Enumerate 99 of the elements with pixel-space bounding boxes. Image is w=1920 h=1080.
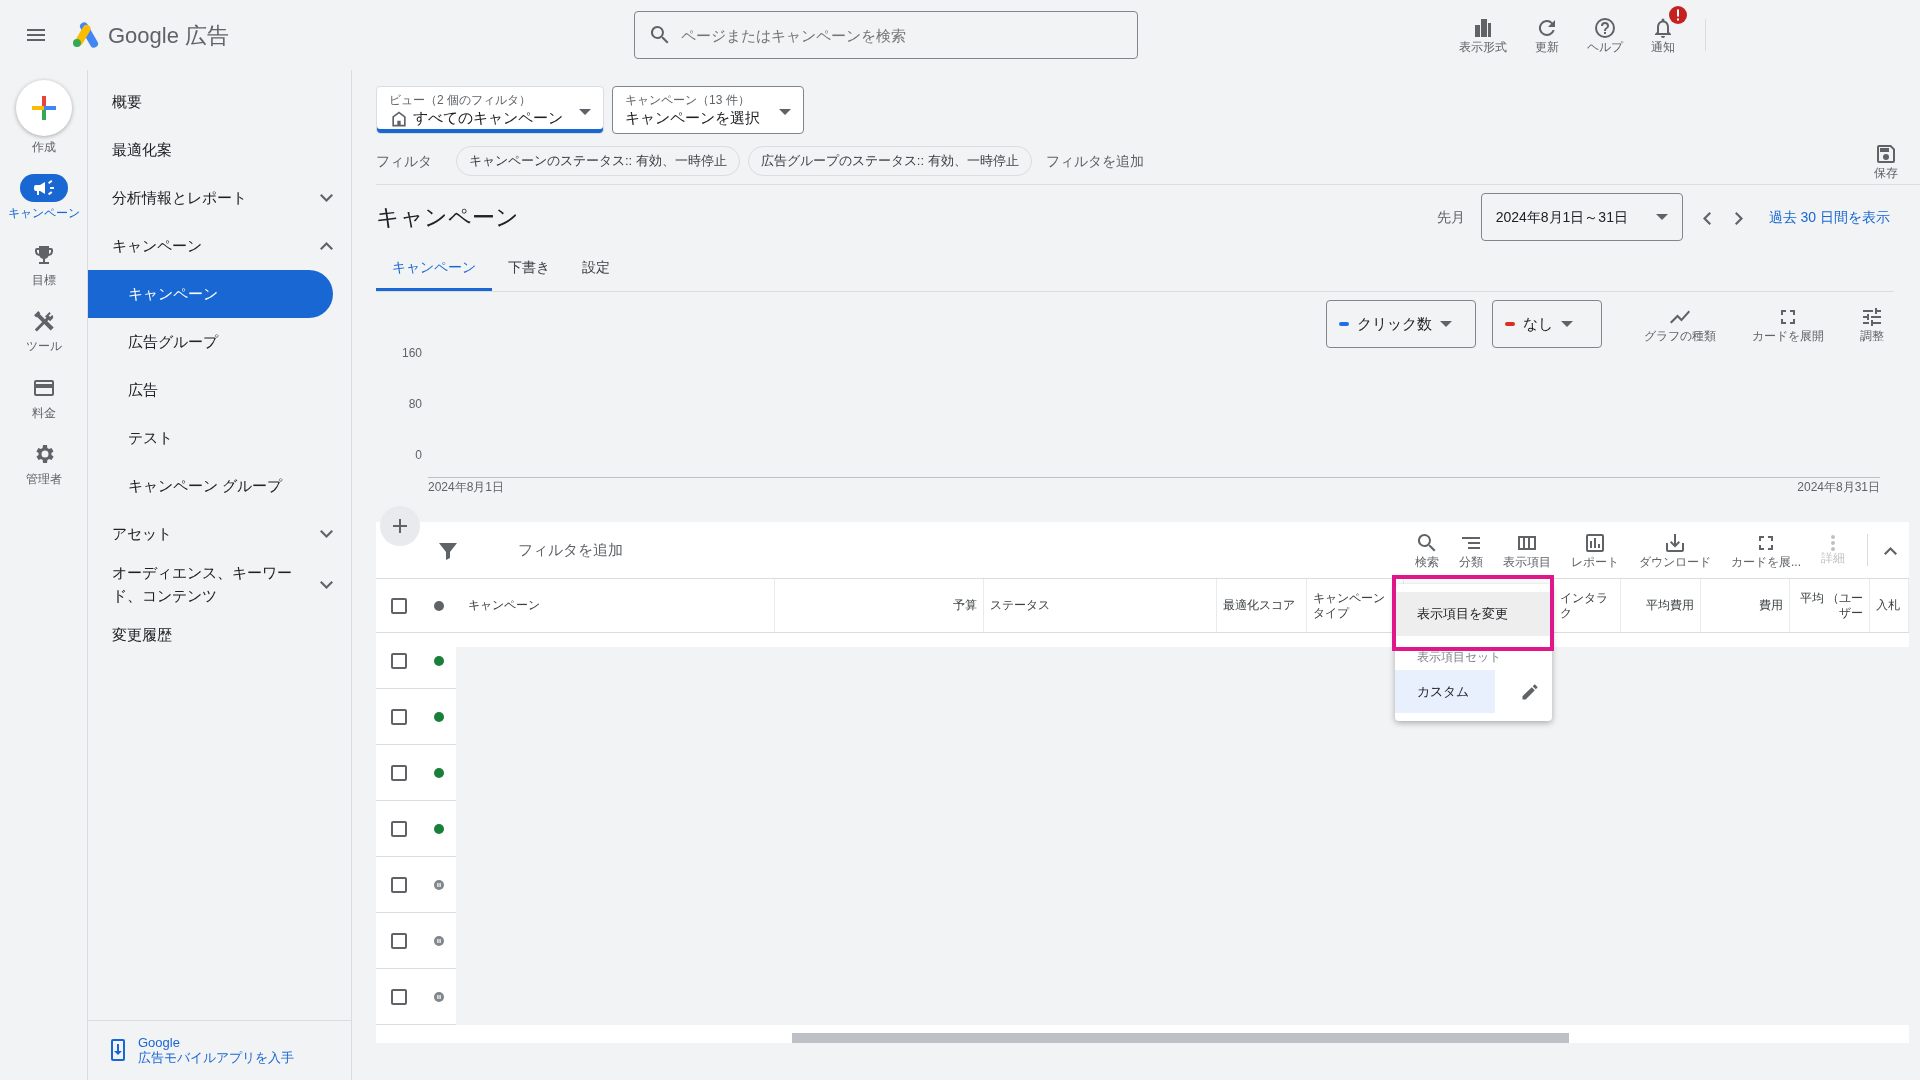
checkbox[interactable] [390, 876, 407, 893]
view-dropdown[interactable]: キャンペーン（13 件） キャンペーンを選択 [612, 86, 804, 134]
chart-tool-button[interactable]: カードを展開 [1742, 305, 1834, 344]
nav-item[interactable]: アセット [88, 510, 351, 558]
nav-item[interactable]: キャンペーン グループ [88, 462, 351, 510]
filter-label: フィルタ [376, 151, 432, 171]
search-field[interactable]: ページまたはキャンペーンを検索 [634, 11, 1139, 59]
tab[interactable]: キャンペーン [376, 249, 492, 292]
axis-label: 2024年8月31日 [1797, 479, 1880, 497]
chevron-icon [320, 242, 333, 250]
filter-chip[interactable]: 広告グループのステータス:: 有効、一時停止 [747, 146, 1032, 176]
chart-tool-button[interactable]: グラフの種類 [1634, 305, 1726, 344]
table-tool-button[interactable]: レポート [1561, 531, 1629, 570]
column-header[interactable]: キャンペーン [468, 598, 540, 614]
chevron-icon [320, 530, 333, 538]
scrollbar[interactable] [792, 1033, 1569, 1044]
tab[interactable]: 設定 [566, 249, 626, 292]
checkbox[interactable] [390, 988, 407, 1005]
nav-item[interactable]: キャンペーン [88, 222, 351, 270]
toolbar-button[interactable]: 通知 [1645, 15, 1681, 55]
date-range-dropdown[interactable]: 2024年8月1日～31日 [1480, 193, 1683, 242]
checkbox[interactable] [390, 652, 407, 669]
column-header[interactable]: 入札 [1876, 598, 1900, 614]
axis-label: 80 [407, 396, 423, 414]
rail-item[interactable]: 料金 [0, 367, 88, 426]
rail-item[interactable]: ツール [0, 301, 88, 360]
date-label: 先月 [1436, 207, 1465, 227]
table-tool-button[interactable]: ダウンロード [1629, 531, 1721, 570]
rail-item[interactable]: 管理者 [0, 433, 88, 493]
column-header[interactable]: 平均 （ユーザー [1796, 590, 1863, 621]
axis-label: 160 [400, 345, 423, 363]
nav-item[interactable]: オーディエンス、キーワード、コンテンツ [88, 558, 351, 611]
column-header[interactable]: 平均費用 [1646, 598, 1694, 614]
filter-chip[interactable]: キャンペーンのステータス:: 有効、一時停止 [456, 146, 740, 176]
toolbar-button[interactable]: 表示形式 [1453, 15, 1513, 55]
metric-dropdown[interactable]: なし [1492, 300, 1602, 349]
show-last-link[interactable]: 過去 30 日間を表示 [1762, 205, 1896, 229]
checkbox[interactable] [390, 764, 407, 781]
toolbar-button[interactable]: 更新 [1529, 15, 1565, 55]
status-dot [433, 600, 444, 611]
chevron-icon [320, 194, 333, 202]
chevron-left-icon [1702, 211, 1711, 225]
chart-tool-button[interactable]: 調整 [1850, 305, 1894, 344]
create-icon [15, 80, 72, 136]
chevron-right-icon [1734, 211, 1743, 225]
app-link[interactable]: Google 広告モバイルアプリを入手 [138, 1034, 294, 1066]
caret-icon [779, 109, 791, 115]
rail-item[interactable]: 目標 [0, 234, 88, 294]
checkbox[interactable] [390, 932, 407, 949]
save-button[interactable]: 保存 [1868, 142, 1904, 181]
view-dropdown[interactable]: ビュー（2 個のフィルタ） すべてのキャンペーン [376, 86, 604, 134]
add-filter-button[interactable]: フィルタを追加 [512, 538, 629, 563]
nav-item[interactable]: テスト [88, 414, 351, 462]
toolbar-button[interactable]: ヘルプ [1581, 15, 1629, 55]
nav-item[interactable]: 概要 [88, 78, 351, 126]
column-header[interactable]: ステータス [990, 598, 1050, 614]
nav-item[interactable]: 分析情報とレポート [88, 174, 351, 222]
table-tool-button[interactable]: 検索 [1405, 531, 1449, 570]
column-header[interactable]: 最適化スコア [1223, 598, 1295, 614]
save-icon [1874, 142, 1898, 166]
checkbox[interactable] [390, 820, 407, 837]
column-header[interactable]: 予算 [953, 598, 977, 614]
add-button[interactable] [380, 506, 420, 547]
collapse-icon [1884, 547, 1897, 556]
axis-label: 0 [414, 447, 423, 465]
tools-icon [31, 309, 56, 334]
rail-item[interactable]: キャンペーン [0, 168, 88, 227]
menu-section-label: 表示項目セット [1416, 648, 1502, 666]
caret-icon [1561, 321, 1573, 328]
caret-icon [1655, 214, 1668, 221]
column-header[interactable]: 費用 [1759, 598, 1783, 614]
checkbox[interactable] [390, 597, 407, 614]
tab[interactable]: 下書き [492, 249, 566, 292]
product-name: Google 広告 [108, 21, 230, 50]
caret-icon [1440, 321, 1452, 328]
checkbox[interactable] [390, 708, 407, 725]
logo-icon [72, 22, 100, 48]
column-header[interactable]: キャンペーンタイプ [1313, 590, 1387, 621]
axis-label: 2024年8月1日 [428, 479, 505, 497]
help-icon [1593, 15, 1617, 40]
nav-item[interactable]: 広告グループ [88, 318, 351, 366]
table-tool-button[interactable]: 分類 [1449, 531, 1493, 570]
chevron-icon [320, 580, 333, 589]
more-icon [1831, 535, 1835, 552]
nav-item[interactable]: キャンペーン [88, 270, 333, 318]
menu-item[interactable]: カスタム [1395, 669, 1495, 714]
nav-item[interactable]: 最適化案 [88, 126, 351, 174]
column-header[interactable]: インタラク [1560, 590, 1614, 621]
metric-dropdown[interactable]: クリック数 [1326, 300, 1476, 349]
nav-item[interactable]: 変更履歴 [88, 611, 351, 659]
table-tool-button[interactable]: カードを展... [1721, 531, 1811, 570]
caret-icon [579, 109, 591, 115]
page-title: キャンペーン [376, 203, 519, 233]
pencil-icon [1520, 682, 1540, 703]
menu-item[interactable]: 表示項目を変更 [1395, 592, 1552, 636]
nav-item[interactable]: 広告 [88, 366, 351, 414]
rail-item[interactable]: 作成 [0, 74, 88, 161]
add-filter-button[interactable]: フィルタを追加 [1039, 149, 1150, 173]
table-tool-button[interactable]: 表示項目 [1493, 531, 1561, 570]
